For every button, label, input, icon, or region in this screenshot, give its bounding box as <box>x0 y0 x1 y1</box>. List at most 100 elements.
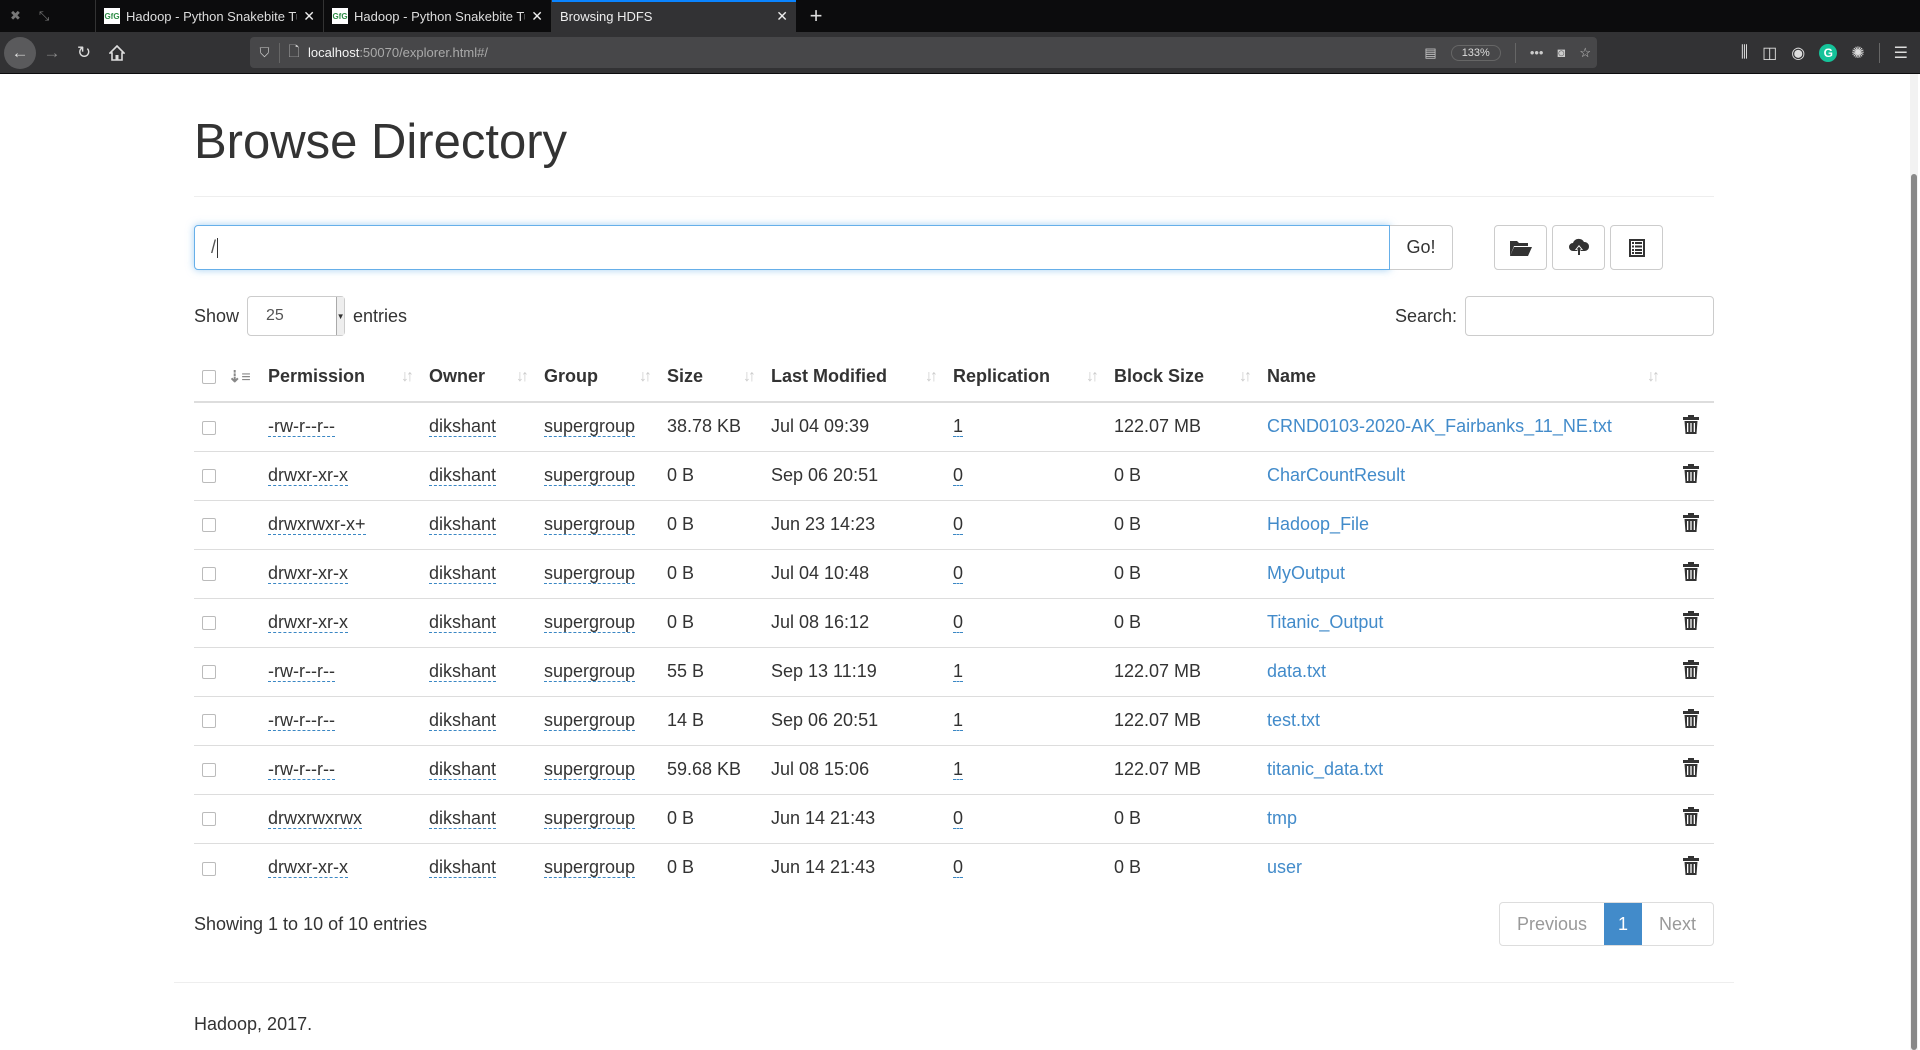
replication-cell[interactable]: 0 <box>953 857 964 879</box>
trash-icon[interactable] <box>1682 855 1699 880</box>
home-button[interactable] <box>101 37 133 69</box>
trash-icon[interactable] <box>1682 659 1699 684</box>
group-cell[interactable]: supergroup <box>544 710 636 731</box>
permission-cell[interactable]: -rw-r--r-- <box>268 416 335 438</box>
group-cell[interactable]: supergroup <box>544 514 636 535</box>
owner-cell[interactable]: dikshant <box>429 612 497 633</box>
owner-cell[interactable]: dikshant <box>429 857 497 879</box>
replication-cell[interactable]: 0 <box>953 563 964 584</box>
row-checkbox[interactable] <box>202 518 216 533</box>
url-bar[interactable]: ⛉ 🗋 localhost:50070/explorer.html#/ ▤ 13… <box>250 37 1597 68</box>
back-button[interactable]: ← <box>4 37 36 69</box>
cut-paste-button[interactable] <box>1610 225 1663 270</box>
go-button[interactable]: Go! <box>1390 225 1453 270</box>
column-header-replication[interactable]: Replication ↓↑ <box>945 352 1106 403</box>
row-checkbox[interactable] <box>202 665 216 680</box>
file-name-link[interactable]: titanic_data.txt <box>1267 759 1383 779</box>
file-name-link[interactable]: user <box>1267 857 1302 877</box>
forward-button[interactable]: → <box>36 37 68 69</box>
file-name-link[interactable]: test.txt <box>1267 710 1320 730</box>
row-checkbox[interactable] <box>202 812 216 827</box>
page-scrollbar[interactable] <box>1910 74 1918 1050</box>
permission-cell[interactable]: -rw-r--r-- <box>268 759 335 780</box>
new-tab-button[interactable]: + <box>796 0 836 32</box>
group-cell[interactable]: supergroup <box>544 759 636 780</box>
owner-cell[interactable]: dikshant <box>429 759 497 780</box>
column-header-owner[interactable]: Owner ↓↑ <box>421 352 536 403</box>
close-tab-icon[interactable]: ✕ <box>303 8 315 25</box>
select-all-checkbox[interactable] <box>202 370 216 385</box>
browser-tab[interactable]: GfG Hadoop - Python Snakebite Tu ✕ <box>323 0 551 32</box>
trash-icon[interactable] <box>1682 610 1699 635</box>
page-1-button[interactable]: 1 <box>1603 903 1642 945</box>
library-icon[interactable]: ⫼ <box>1741 44 1748 62</box>
row-checkbox[interactable] <box>202 567 216 582</box>
owner-cell[interactable]: dikshant <box>429 465 497 486</box>
upload-files-button[interactable] <box>1552 225 1605 270</box>
cookie-extension-icon[interactable]: ✺ <box>1851 43 1864 63</box>
trash-icon[interactable] <box>1682 463 1699 488</box>
trash-icon[interactable] <box>1682 561 1699 586</box>
row-checkbox[interactable] <box>202 420 216 435</box>
replication-cell[interactable]: 0 <box>953 514 964 535</box>
group-cell[interactable]: supergroup <box>544 857 636 879</box>
entries-per-page-select[interactable]: 25 ▼ <box>247 296 346 336</box>
page-info-icon[interactable]: 🗋 <box>280 41 308 65</box>
scrollbar-thumb[interactable] <box>1911 174 1917 1050</box>
row-checkbox[interactable] <box>202 616 216 631</box>
replication-cell[interactable]: 1 <box>953 661 964 682</box>
row-checkbox[interactable] <box>202 469 216 484</box>
owner-cell[interactable]: dikshant <box>429 563 497 584</box>
reader-view-icon[interactable]: ▤ <box>1424 45 1436 61</box>
group-cell[interactable]: supergroup <box>544 808 636 829</box>
directory-path-input[interactable]: / <box>194 225 1390 270</box>
column-header-group[interactable]: Group ↓↑ <box>536 352 659 403</box>
column-header-block-size[interactable]: Block Size ↓↑ <box>1106 352 1259 403</box>
file-name-link[interactable]: CharCountResult <box>1267 465 1405 485</box>
previous-page-button[interactable]: Previous <box>1500 903 1604 945</box>
column-header-last-modified[interactable]: Last Modified ↓↑ <box>763 352 945 403</box>
browser-tab-active[interactable]: Browsing HDFS ✕ <box>551 0 796 32</box>
file-name-link[interactable]: data.txt <box>1267 661 1326 681</box>
sort-icon[interactable]: ⇣≡ <box>228 369 251 386</box>
trash-icon[interactable] <box>1682 757 1699 782</box>
replication-cell[interactable]: 1 <box>953 759 964 780</box>
hamburger-menu-icon[interactable]: ☰ <box>1894 43 1908 63</box>
permission-cell[interactable]: drwxrwxr-x+ <box>268 514 366 535</box>
trash-icon[interactable] <box>1682 414 1699 439</box>
column-header-permission[interactable]: Permission ↓↑ <box>260 352 421 403</box>
group-cell[interactable]: supergroup <box>544 612 636 633</box>
permission-cell[interactable]: drwxr-xr-x <box>268 563 348 584</box>
account-icon[interactable]: ◉ <box>1791 43 1805 63</box>
permission-cell[interactable]: drwxrwxrwx <box>268 808 362 829</box>
trash-icon[interactable] <box>1682 512 1699 537</box>
replication-cell[interactable]: 1 <box>953 416 964 438</box>
group-cell[interactable]: supergroup <box>544 661 636 682</box>
create-directory-button[interactable] <box>1494 225 1547 270</box>
owner-cell[interactable]: dikshant <box>429 808 497 829</box>
pocket-icon[interactable]: ◙ <box>1557 45 1565 60</box>
permission-cell[interactable]: drwxr-xr-x <box>268 465 348 486</box>
owner-cell[interactable]: dikshant <box>429 710 497 731</box>
zoom-level-indicator[interactable]: 133% <box>1450 44 1501 61</box>
group-cell[interactable]: supergroup <box>544 563 636 584</box>
permission-cell[interactable]: drwxr-xr-x <box>268 857 348 879</box>
owner-cell[interactable]: dikshant <box>429 514 497 535</box>
file-name-link[interactable]: tmp <box>1267 808 1297 828</box>
replication-cell[interactable]: 0 <box>953 612 964 633</box>
grammarly-extension-icon[interactable]: G <box>1819 44 1838 62</box>
column-header-size[interactable]: Size ↓↑ <box>659 352 763 403</box>
permission-cell[interactable]: drwxr-xr-x <box>268 612 348 633</box>
permission-cell[interactable]: -rw-r--r-- <box>268 661 335 682</box>
column-header-name[interactable]: Name ↓↑ <box>1259 352 1667 403</box>
trash-icon[interactable] <box>1682 806 1699 831</box>
more-actions-icon[interactable]: ••• <box>1530 45 1544 60</box>
replication-cell[interactable]: 0 <box>953 808 964 829</box>
bookmark-star-icon[interactable]: ☆ <box>1579 45 1591 61</box>
owner-cell[interactable]: dikshant <box>429 661 497 682</box>
trash-icon[interactable] <box>1682 708 1699 733</box>
row-checkbox[interactable] <box>202 763 216 778</box>
sidebar-icon[interactable]: ◫ <box>1762 43 1777 63</box>
row-checkbox[interactable] <box>202 714 216 729</box>
file-name-link[interactable]: CRND0103-2020-AK_Fairbanks_11_NE.txt <box>1267 416 1612 436</box>
